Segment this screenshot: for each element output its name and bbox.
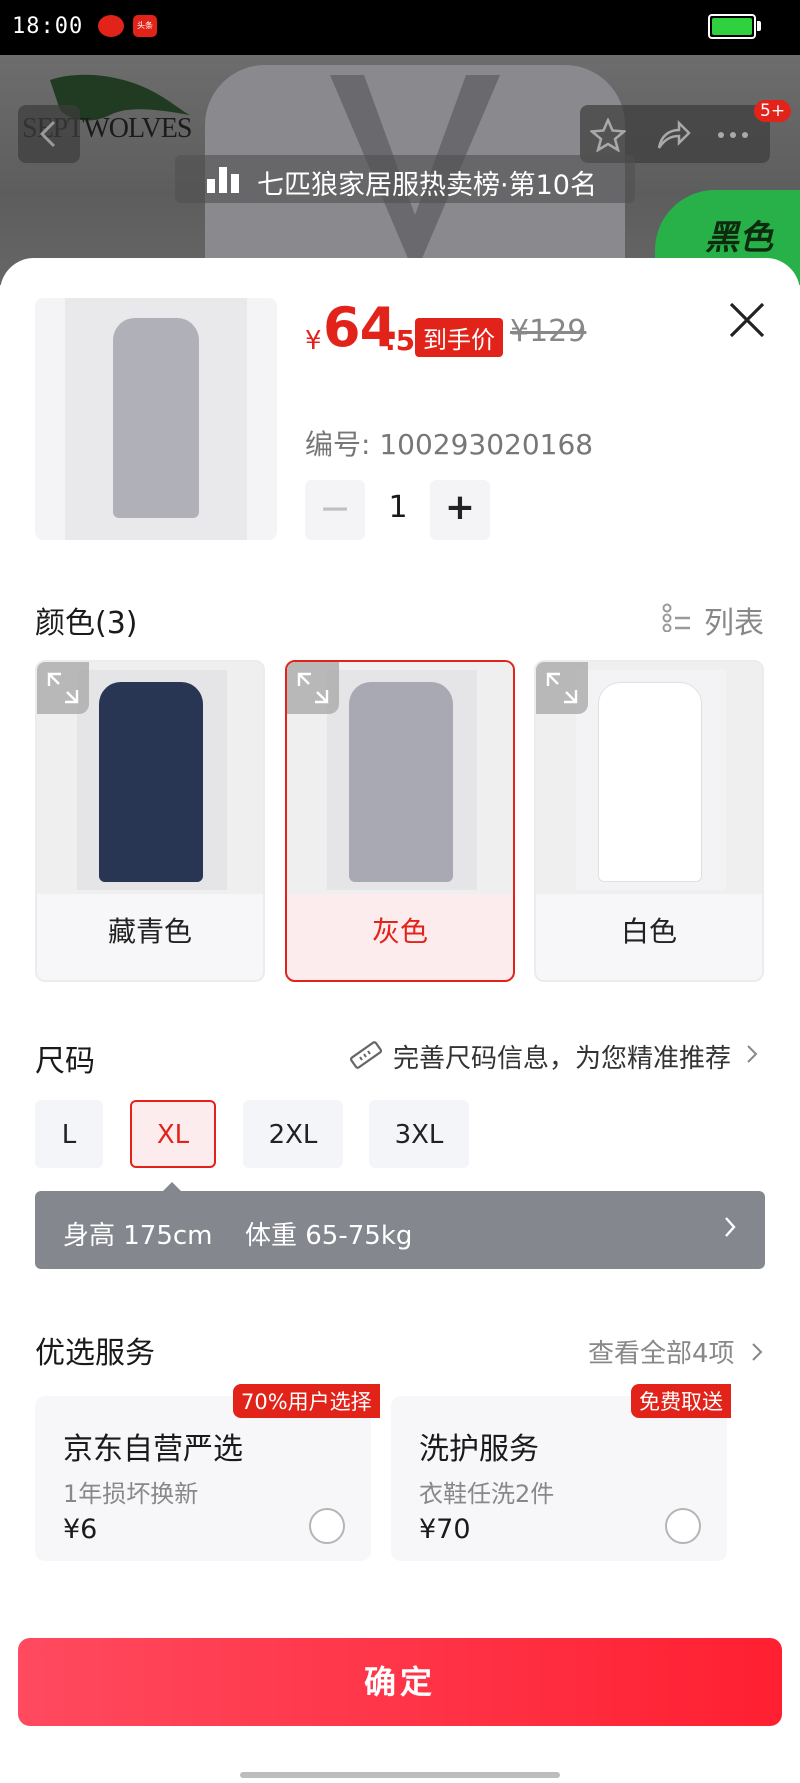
product-thumbnail[interactable]	[35, 298, 277, 540]
service-desc: 衣鞋任洗2件	[419, 1480, 555, 1508]
notification-badge: 5+	[754, 100, 792, 122]
service-radio[interactable]	[665, 1508, 701, 1544]
product-hero-image: SEPTWOLVES 5+ 七匹狼家居服热卖榜·第10名 黑色	[0, 55, 800, 285]
price-decimal: .5	[385, 324, 416, 357]
quantity-increase-button[interactable]: +	[430, 480, 490, 540]
back-button[interactable]	[18, 105, 80, 163]
robe-illustration	[349, 682, 453, 882]
view-all-text: 查看全部4项	[588, 1339, 735, 1369]
size-option-3xl[interactable]: 3XL	[369, 1100, 469, 1168]
service-card-laundry[interactable]: 免费取送 洗护服务 衣鞋任洗2件 ¥70	[391, 1384, 731, 1561]
size-hint-text: 完善尺码信息，为您精准推荐	[393, 1044, 732, 1074]
view-all-services-link[interactable]: 查看全部4项	[588, 1333, 763, 1370]
fit-height: 身高 175cm	[63, 1221, 213, 1251]
service-desc: 1年损坏换新	[63, 1480, 199, 1508]
size-option-l[interactable]: L	[35, 1100, 103, 1168]
size-fit-bar[interactable]: 身高 175cm 体重 65-75kg	[35, 1191, 765, 1269]
expand-icon[interactable]	[287, 662, 339, 714]
service-price: ¥70	[419, 1514, 471, 1545]
color-section-title: 颜色(3)	[35, 606, 138, 641]
service-radio[interactable]	[309, 1508, 345, 1544]
more-icon[interactable]	[715, 118, 755, 152]
chevron-right-icon	[752, 1343, 763, 1361]
rank-banner[interactable]: 七匹狼家居服热卖榜·第10名	[175, 155, 635, 203]
size-section-title: 尺码	[35, 1044, 95, 1079]
service-name: 京东自营严选	[63, 1432, 243, 1467]
color-option-navy[interactable]: 藏青色	[35, 660, 265, 982]
size-option-xl[interactable]: XL	[130, 1100, 216, 1168]
close-icon[interactable]	[725, 298, 769, 342]
sku-number: 编号: 100293020168	[305, 428, 594, 461]
expand-icon[interactable]	[37, 662, 89, 714]
color-label: 灰色	[371, 915, 428, 948]
ruler-icon	[349, 1041, 383, 1069]
chevron-right-icon	[725, 1217, 736, 1237]
robe-illustration	[99, 682, 203, 882]
quantity-value[interactable]: 1	[368, 490, 428, 525]
star-icon[interactable]	[590, 118, 626, 152]
chevron-left-icon	[39, 120, 56, 148]
robe-illustration	[598, 682, 702, 882]
color-label: 白色	[620, 915, 677, 948]
quantity-decrease-button[interactable]: −	[305, 480, 365, 540]
fit-weight: 体重 65-75kg	[245, 1221, 413, 1251]
thumbnail-image	[65, 298, 247, 540]
battery-icon	[708, 14, 756, 39]
news-app-icon: 头条	[133, 15, 157, 37]
expand-icon[interactable]	[536, 662, 588, 714]
original-price: ¥129	[510, 314, 587, 349]
color-option-gray[interactable]: 灰色	[285, 660, 515, 982]
chevron-right-icon	[747, 1045, 758, 1063]
service-badge: 免费取送	[631, 1384, 731, 1418]
status-time: 18:00	[12, 14, 84, 39]
confirm-button[interactable]: 确定	[18, 1638, 782, 1726]
color-option-white[interactable]: 白色	[534, 660, 764, 982]
service-card-jd-select[interactable]: 70%用户选择 京东自营严选 1年损坏换新 ¥6	[35, 1384, 380, 1561]
expand-arrows-icon	[297, 672, 329, 704]
service-badge: 70%用户选择	[233, 1384, 380, 1418]
color-label: 藏青色	[107, 915, 192, 948]
size-option-2xl[interactable]: 2XL	[243, 1100, 343, 1168]
battery-tip	[757, 21, 761, 31]
sku-selector-sheet: ¥ 64 .5 到手价 ¥129 编号: 100293020168 − 1 + …	[0, 258, 800, 1783]
bar-chart-icon	[207, 167, 239, 193]
service-price: ¥6	[63, 1514, 98, 1545]
list-view-label: 列表	[704, 606, 764, 641]
status-bar: 18:00 头条	[0, 0, 800, 55]
rank-text: 七匹狼家居服热卖榜·第10名	[257, 170, 597, 201]
robe-illustration	[113, 318, 199, 518]
color-promo-text: 黑色	[705, 218, 773, 258]
weibo-icon	[98, 15, 124, 37]
expand-arrows-icon	[546, 672, 578, 704]
service-name: 洗护服务	[419, 1432, 539, 1467]
expand-arrows-icon	[47, 672, 79, 704]
final-price-tag: 到手价	[415, 318, 503, 357]
services-section-title: 优选服务	[35, 1336, 155, 1371]
list-icon	[662, 603, 690, 632]
home-indicator[interactable]	[240, 1772, 560, 1778]
share-icon[interactable]	[655, 118, 691, 152]
price-currency: ¥	[305, 326, 322, 356]
